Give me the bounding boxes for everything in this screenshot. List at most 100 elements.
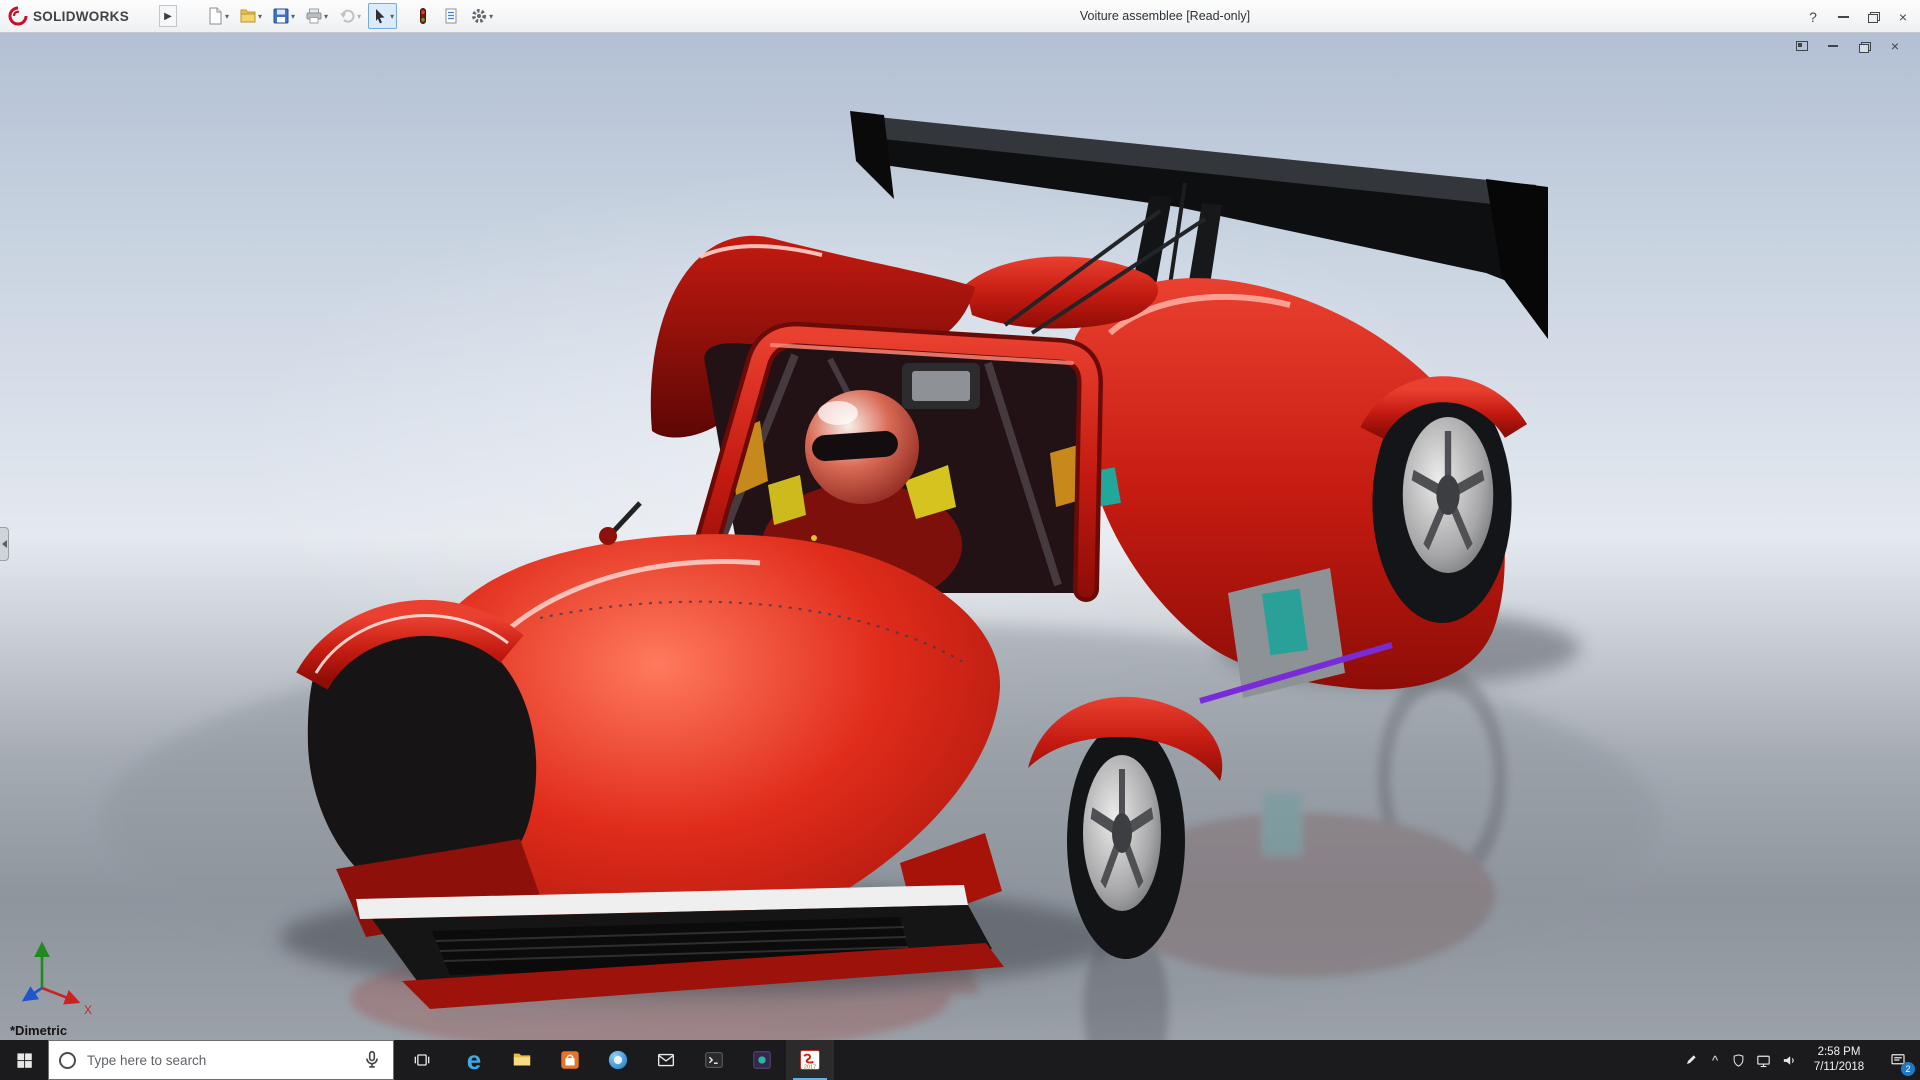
rebuild-stoplight-icon bbox=[420, 8, 427, 24]
taskbar-app-store[interactable] bbox=[546, 1040, 594, 1080]
tray-network-button[interactable] bbox=[1750, 1040, 1776, 1080]
solidworks-app-icon: 2017 bbox=[800, 1050, 820, 1071]
close-button[interactable]: × bbox=[1888, 0, 1918, 33]
taskbar-app-file-explorer[interactable] bbox=[498, 1040, 546, 1080]
file-properties-button[interactable] bbox=[439, 3, 463, 29]
taskbar-app-browser[interactable] bbox=[594, 1040, 642, 1080]
brand-name: SOLIDWORKS bbox=[33, 8, 129, 24]
graphics-area: X *Dimetric × bbox=[0, 33, 1920, 1040]
mail-icon bbox=[657, 1053, 675, 1067]
gear-icon bbox=[472, 9, 487, 23]
pen-icon bbox=[1687, 1055, 1696, 1064]
new-document-button[interactable]: ▾ bbox=[203, 3, 232, 29]
task-view-button[interactable] bbox=[394, 1040, 450, 1080]
speaker-icon bbox=[1783, 1055, 1794, 1065]
taskbar-app-dark[interactable] bbox=[738, 1040, 786, 1080]
notification-badge: 2 bbox=[1901, 1062, 1915, 1076]
restore-icon bbox=[1858, 41, 1871, 53]
panel-collapse-tab[interactable] bbox=[0, 527, 9, 561]
restore-icon bbox=[1867, 12, 1880, 23]
help-button[interactable]: ? bbox=[1798, 0, 1828, 33]
undo-button[interactable]: ▾ bbox=[335, 3, 364, 29]
new-window-button[interactable] bbox=[1791, 37, 1813, 55]
app-cube-icon bbox=[753, 1051, 771, 1069]
tray-volume-button[interactable] bbox=[1776, 1040, 1802, 1080]
microphone-icon[interactable] bbox=[361, 1049, 383, 1071]
window-controls: ? × bbox=[1798, 0, 1918, 33]
tray-security-button[interactable] bbox=[1726, 1040, 1750, 1080]
system-tray: ^ 2:58 PM 7/11/2018 2 bbox=[1678, 1040, 1920, 1080]
secondary-toolbar: ▾ bbox=[411, 3, 496, 29]
dropdown-caret-icon[interactable]: ▾ bbox=[489, 12, 493, 21]
file-explorer-icon bbox=[513, 1053, 531, 1066]
tray-pen-button[interactable] bbox=[1678, 1040, 1704, 1080]
start-button[interactable] bbox=[0, 1040, 48, 1080]
print-button[interactable]: ▾ bbox=[302, 3, 331, 29]
clock-time: 2:58 PM bbox=[1817, 1046, 1861, 1059]
taskbar-app-edge[interactable]: e bbox=[450, 1040, 498, 1080]
dropdown-caret-icon[interactable]: ▾ bbox=[357, 12, 361, 21]
dropdown-caret-icon[interactable]: ▾ bbox=[225, 12, 229, 21]
chevron-up-icon: ^ bbox=[1711, 1052, 1719, 1068]
browser-globe-icon bbox=[608, 1050, 628, 1070]
new-document-icon bbox=[209, 7, 222, 25]
minimize-button[interactable] bbox=[1828, 0, 1858, 33]
solidworks-logo: SOLIDWORKS bbox=[8, 6, 129, 26]
document-window-controls: × bbox=[1791, 37, 1906, 55]
windows-taskbar: e bbox=[0, 1040, 1920, 1080]
rebuild-button[interactable] bbox=[411, 3, 435, 29]
restore-button[interactable] bbox=[1858, 0, 1888, 33]
minimize-icon bbox=[1828, 45, 1838, 47]
terminal-icon bbox=[705, 1052, 723, 1068]
taskbar-app-solidworks[interactable]: 2017 bbox=[786, 1040, 834, 1080]
doc-close-button[interactable]: × bbox=[1884, 37, 1906, 55]
x-axis-arrow bbox=[41, 986, 81, 1005]
3d-viewport-canvas[interactable] bbox=[0, 33, 1920, 1040]
network-icon bbox=[1756, 1055, 1770, 1067]
doc-restore-button[interactable] bbox=[1853, 37, 1875, 55]
dropdown-caret-icon[interactable]: ▾ bbox=[291, 12, 295, 21]
quick-access-toolbar: ▾ ▾ ▾ ▾ ▾ ▾ bbox=[203, 3, 398, 29]
solidworks-window: SOLIDWORKS ▶ ▾ ▾ ▾ ▾ ▾ ▾ ▾ Voiture assem… bbox=[0, 0, 1920, 1080]
view-orientation-label: *Dimetric bbox=[10, 1023, 68, 1038]
select-tool-button[interactable]: ▾ bbox=[368, 3, 398, 29]
taskbar-app-terminal[interactable] bbox=[690, 1040, 738, 1080]
taskbar-app-mail[interactable] bbox=[642, 1040, 690, 1080]
clock-date: 7/11/2018 bbox=[1813, 1061, 1865, 1073]
menu-flyout-button[interactable]: ▶ bbox=[159, 5, 177, 27]
hidden-icons-button[interactable]: ^ bbox=[1704, 1040, 1726, 1080]
side-mirror bbox=[599, 501, 642, 545]
save-button[interactable]: ▾ bbox=[269, 3, 298, 29]
doc-minimize-button[interactable] bbox=[1822, 37, 1844, 55]
search-input[interactable] bbox=[85, 1051, 352, 1069]
open-folder-icon bbox=[240, 9, 256, 23]
ds-logo-icon bbox=[8, 6, 28, 26]
clock[interactable]: 2:58 PM 7/11/2018 bbox=[1802, 1040, 1876, 1080]
taskbar-search[interactable] bbox=[48, 1040, 394, 1080]
window-title: Voiture assemblee [Read-only] bbox=[1079, 9, 1251, 23]
store-icon bbox=[561, 1051, 579, 1069]
options-button[interactable]: ▾ bbox=[467, 3, 496, 29]
task-view-icon bbox=[414, 1054, 430, 1066]
action-center-button[interactable]: 2 bbox=[1876, 1040, 1920, 1080]
x-axis-label: X bbox=[84, 1003, 92, 1017]
edge-icon: e bbox=[466, 1045, 482, 1075]
windows-logo-icon bbox=[16, 1052, 32, 1068]
dropdown-caret-icon[interactable]: ▾ bbox=[390, 12, 394, 21]
undo-icon bbox=[340, 9, 355, 23]
dropdown-caret-icon[interactable]: ▾ bbox=[324, 12, 328, 21]
save-floppy-icon bbox=[273, 8, 289, 24]
shield-icon bbox=[1733, 1053, 1743, 1067]
cortana-icon bbox=[59, 1051, 76, 1069]
file-properties-icon bbox=[445, 8, 457, 24]
svg-text:2017: 2017 bbox=[804, 1065, 816, 1071]
coordinate-triad: X bbox=[21, 941, 92, 1017]
rearview-mirror-box bbox=[902, 363, 980, 409]
window-pane-icon bbox=[1796, 41, 1808, 51]
select-cursor-icon bbox=[376, 9, 385, 24]
open-button[interactable]: ▾ bbox=[236, 3, 265, 29]
minimize-icon bbox=[1837, 15, 1849, 18]
print-icon bbox=[306, 8, 322, 24]
collapse-arrow-icon bbox=[1, 540, 7, 548]
dropdown-caret-icon[interactable]: ▾ bbox=[258, 12, 262, 21]
